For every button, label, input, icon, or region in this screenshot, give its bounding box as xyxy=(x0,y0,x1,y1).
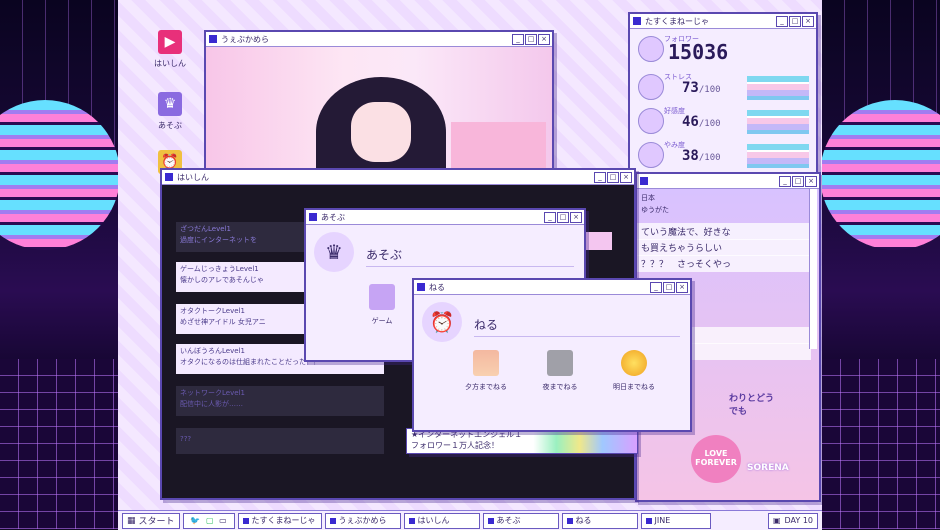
character-face xyxy=(351,102,411,162)
start-button[interactable]: ▦ スタート xyxy=(122,512,180,529)
avatar xyxy=(638,74,664,100)
sun-icon xyxy=(621,350,647,376)
quick-launch: 🐦 ▢ ▭ xyxy=(182,512,235,529)
taskbar-jine[interactable]: JINE xyxy=(640,512,711,529)
background-right xyxy=(822,0,940,529)
webcam-window: うぇぶかめら _ □ × xyxy=(204,30,554,187)
affection-bar xyxy=(747,110,809,134)
day-counter: ▣ DAY 10 xyxy=(767,512,818,529)
close-button[interactable]: × xyxy=(676,281,688,293)
gamepad-icon: ♛ xyxy=(158,92,182,116)
minimize-button[interactable]: _ xyxy=(512,33,524,45)
sunset-icon xyxy=(473,350,499,376)
sticker-text: わりとどうでも xyxy=(729,394,775,417)
sleep-until-night-option[interactable]: 夜までねる xyxy=(528,350,592,392)
darkness-bar xyxy=(747,144,809,168)
sun-graphic xyxy=(822,100,940,250)
chat-scrollbar[interactable] xyxy=(809,189,817,349)
avatar xyxy=(638,108,664,134)
bird-icon[interactable]: 🐦 xyxy=(190,516,200,525)
play-icon: ▶ xyxy=(158,30,182,54)
close-button[interactable]: × xyxy=(570,211,582,223)
minimize-button[interactable]: _ xyxy=(594,171,606,183)
monitor-icon[interactable]: ▭ xyxy=(219,516,227,525)
desktop: ▶ はいしん ♛ あそぶ ⏰ うぇぶかめら _ □ × たすくまねーじゃ _ □ × フ… xyxy=(118,0,822,510)
controller-icon xyxy=(369,284,395,310)
moon-icon xyxy=(547,350,573,376)
sleep-window: ねる _ □ × ⏰ ねる 夕方までねる 夜までねる 明日までねる xyxy=(412,278,692,432)
stream-item-network[interactable]: ネットワークLevel1 配信中に人影が…… xyxy=(176,386,384,416)
maximize-button[interactable]: □ xyxy=(789,15,801,27)
chat-icon[interactable]: ▢ xyxy=(206,516,214,525)
minimize-button[interactable]: _ xyxy=(779,175,791,187)
darkness-stat: やみ度 38/100 xyxy=(638,140,818,173)
close-button[interactable]: × xyxy=(620,171,632,183)
minimize-button[interactable]: _ xyxy=(776,15,788,27)
taskbar-play[interactable]: あそぶ xyxy=(482,512,559,529)
close-button[interactable]: × xyxy=(802,15,814,27)
minimize-button[interactable]: _ xyxy=(544,211,556,223)
stress-bar xyxy=(747,76,809,100)
avatar xyxy=(638,36,664,62)
maximize-button[interactable]: □ xyxy=(557,211,569,223)
follower-stat: フォロワー 15036 xyxy=(638,34,818,67)
minimize-button[interactable]: _ xyxy=(650,281,662,293)
desktop-icon-stream[interactable]: ▶ はいしん xyxy=(140,30,200,69)
task-manager-window: たすくまねーじゃ _ □ × フォロワー 15036 ストレス 73/100 好感度… xyxy=(628,12,818,174)
alarm-clock-icon: ⏰ xyxy=(422,302,462,342)
sleep-until-tomorrow-option[interactable]: 明日までねる xyxy=(602,350,666,392)
taskbar: ▦ スタート 🐦 ▢ ▭ たすくまねーじゃ うぇぶかめら はいしん あそぶ ねる… xyxy=(118,510,822,530)
webcam-feed xyxy=(206,47,552,187)
background-left xyxy=(0,0,118,529)
desktop-icon-play[interactable]: ♛ あそぶ xyxy=(140,92,200,131)
stress-stat: ストレス 73/100 xyxy=(638,72,818,105)
avatar xyxy=(638,142,664,168)
close-button[interactable]: × xyxy=(805,175,817,187)
maximize-button[interactable]: □ xyxy=(663,281,675,293)
taskbar-stream[interactable]: はいしん xyxy=(403,512,480,529)
game-option[interactable]: ゲーム xyxy=(350,284,414,326)
maximize-button[interactable]: □ xyxy=(792,175,804,187)
sticker-love: LOVE FOREVER xyxy=(691,435,741,483)
taskbar-task-manager[interactable]: たすくまねーじゃ xyxy=(237,512,322,529)
gamepad-icon: ♛ xyxy=(314,232,354,272)
stream-item-chat[interactable]: ざつだんLevel1 過度にインターネットを xyxy=(176,222,304,252)
affection-stat: 好感度 46/100 xyxy=(638,106,818,139)
taskbar-webcam[interactable]: うぇぶかめら xyxy=(324,512,401,529)
stream-item-locked[interactable]: ??? xyxy=(176,428,384,454)
sticker-sorena: SORENA xyxy=(747,463,789,473)
windows-icon: ▦ xyxy=(127,515,136,526)
maximize-button[interactable]: □ xyxy=(607,171,619,183)
close-button[interactable]: × xyxy=(538,33,550,45)
sleep-until-evening-option[interactable]: 夕方までねる xyxy=(454,350,518,392)
calendar-icon: ▣ xyxy=(772,516,781,525)
taskbar-sleep[interactable]: ねる xyxy=(561,512,638,529)
maximize-button[interactable]: □ xyxy=(525,33,537,45)
